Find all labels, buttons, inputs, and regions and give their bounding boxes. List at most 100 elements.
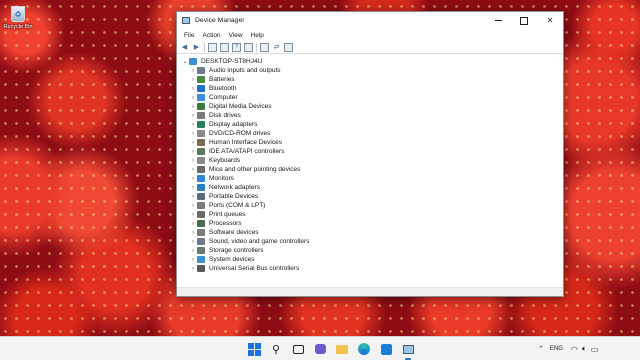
show-hide-console-tree-icon[interactable] [208,42,217,52]
update-driver-icon[interactable] [260,42,269,52]
recycle-bin-label: Recycle Bin [3,24,33,30]
tree-item[interactable]: › Sound, video and game controllers [181,237,563,246]
menu-action[interactable]: Action [198,32,224,39]
minimize-button[interactable] [485,12,511,29]
properties-icon[interactable] [220,42,229,52]
tree-item[interactable]: › Monitors [181,174,563,183]
tree-item[interactable]: › Storage controllers [181,246,563,255]
help-icon[interactable]: ? [232,42,241,52]
expand-chevron-icon[interactable]: › [189,95,197,101]
menu-help[interactable]: Help [247,32,268,39]
tree-item[interactable]: › Print queues [181,210,563,219]
maximize-button[interactable] [511,12,537,29]
expand-chevron-icon[interactable]: › [189,248,197,254]
tree-item[interactable]: › Bluetooth [181,84,563,93]
forward-arrow-icon[interactable]: ▶ [192,43,201,52]
desktop-icon-recycle-bin[interactable]: ♻ Recycle Bin [3,6,33,30]
expand-chevron-icon[interactable]: › [189,167,197,173]
tree-item[interactable]: › Disk drives [181,111,563,120]
action-pane-icon[interactable] [244,42,253,52]
tree-item[interactable]: › Mice and other pointing devices [181,165,563,174]
expand-chevron-icon[interactable]: › [189,77,197,83]
collapse-chevron-icon[interactable]: ⌄ [181,58,189,65]
volume-icon[interactable]: 🔈︎ [582,344,587,354]
battery-icon[interactable]: ▭ [591,345,599,354]
tree-item-label: Software devices [209,229,259,236]
tree-item[interactable]: › Keyboards [181,156,563,165]
status-bar [177,287,563,296]
tree-item[interactable]: › DVD/CD-ROM drives [181,129,563,138]
tree-item[interactable]: › Universal Serial Bus controllers [181,264,563,273]
tree-item[interactable]: › Digital Media Devices [181,102,563,111]
close-button[interactable]: ✕ [537,12,563,29]
tree-item-label: System devices [209,256,255,263]
tree-item[interactable]: › IDE ATA/ATAPI controllers [181,147,563,156]
expand-chevron-icon[interactable]: › [189,149,197,155]
task-view-button[interactable] [290,341,306,357]
wifi-icon[interactable]: ◠ [571,345,578,354]
search-button[interactable]: ⚲ [268,341,284,357]
expand-chevron-icon[interactable]: › [189,257,197,263]
device-manager-icon [182,17,190,24]
store-button[interactable] [378,341,394,357]
start-button[interactable] [246,341,262,357]
expand-chevron-icon[interactable]: › [189,176,197,182]
expand-chevron-icon[interactable]: › [189,140,197,146]
bluetooth-icon [197,85,205,92]
tree-item[interactable]: › Audio inputs and outputs [181,66,563,75]
language-indicator[interactable]: ENG [550,346,563,352]
tree-item[interactable]: › Processors [181,219,563,228]
keyboard-icon [197,157,205,164]
expand-chevron-icon[interactable]: › [189,212,197,218]
device-manager-taskbar-button[interactable] [400,341,416,357]
expand-chevron-icon[interactable]: › [189,122,197,128]
file-explorer-button[interactable] [334,341,350,357]
processor-icon [197,220,205,227]
expand-chevron-icon[interactable]: › [189,86,197,92]
edge-button[interactable] [356,341,372,357]
tree-item[interactable]: › Software devices [181,228,563,237]
tree-item-label: Keyboards [209,157,241,164]
expand-chevron-icon[interactable]: › [189,203,197,209]
tree-item[interactable]: › System devices [181,255,563,264]
expand-chevron-icon[interactable]: › [189,239,197,245]
expand-chevron-icon[interactable]: › [189,131,197,137]
network-adapter-icon [197,184,205,191]
expand-chevron-icon[interactable]: › [189,68,197,74]
expand-chevron-icon[interactable]: › [189,185,197,191]
tree-item[interactable]: › Batteries [181,75,563,84]
expand-chevron-icon[interactable]: › [189,194,197,200]
tree-item[interactable]: › Portable Devices [181,192,563,201]
title-bar[interactable]: Device Manager ✕ [177,12,563,29]
tree-item[interactable]: › Network adapters [181,183,563,192]
expand-chevron-icon[interactable]: › [189,230,197,236]
scan-hardware-icon[interactable]: ⇄ [272,43,281,52]
menu-view[interactable]: View [225,32,247,39]
toolbar: ◀ ▶ ? ⇄ [177,41,563,54]
chevron-up-icon[interactable]: ⌃ [538,345,544,353]
expand-chevron-icon[interactable]: › [189,158,197,164]
device-tree: ⌄ DESKTOP-ST8HJ4U › Audio inputs and outp… [177,54,563,300]
menu-bar: File Action View Help [177,29,563,41]
tree-item[interactable]: › Display adapters [181,120,563,129]
toolbar-separator [204,42,205,52]
port-icon [197,202,205,209]
menu-file[interactable]: File [180,32,198,39]
tree-item-label: DVD/CD-ROM drives [209,130,271,137]
expand-chevron-icon[interactable]: › [189,104,197,110]
expand-chevron-icon[interactable]: › [189,221,197,227]
usb-icon [197,265,205,272]
tree-item[interactable]: › Ports (COM & LPT) [181,201,563,210]
tree-item[interactable]: › Computer [181,93,563,102]
back-arrow-icon[interactable]: ◀ [180,43,189,52]
task-view-icon [292,344,304,354]
ide-controller-icon [197,148,205,155]
chat-button[interactable] [312,341,328,357]
tree-root[interactable]: ⌄ DESKTOP-ST8HJ4U [181,57,563,66]
monitor-scan-icon[interactable] [284,42,293,52]
windows-logo-icon [247,342,261,356]
expand-chevron-icon[interactable]: › [189,113,197,119]
tree-item[interactable]: › Human Interface Devices [181,138,563,147]
expand-chevron-icon[interactable]: › [189,266,197,272]
computer-icon [197,94,205,101]
